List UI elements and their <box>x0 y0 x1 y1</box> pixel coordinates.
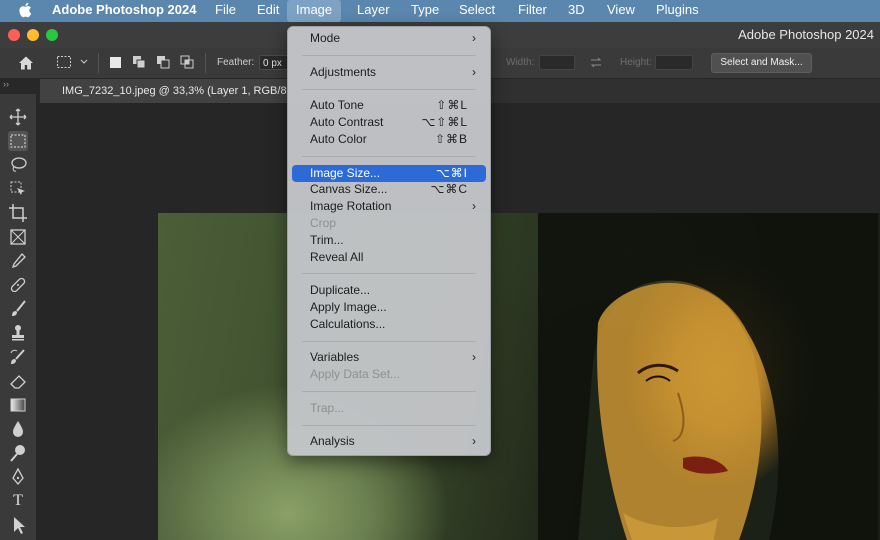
menu-item-duplicate[interactable]: Duplicate... <box>292 282 486 299</box>
menu-layer[interactable]: Layer <box>357 0 390 22</box>
pen-icon[interactable] <box>8 467 28 487</box>
menu-separator <box>302 341 476 342</box>
clone-stamp-icon[interactable] <box>8 323 28 343</box>
menu-item-reveal-all[interactable]: Reveal All <box>292 249 486 266</box>
brush-icon[interactable] <box>8 299 28 319</box>
dodge-icon[interactable] <box>8 443 28 463</box>
menu-filter[interactable]: Filter <box>518 0 547 22</box>
marquee-preset-icon[interactable] <box>56 55 72 69</box>
menu-item-auto-contrast[interactable]: Auto Contrast ⌥⇧⌘L <box>292 114 486 131</box>
menu-edit[interactable]: Edit <box>257 0 279 22</box>
menu-item-trap: Trap... <box>310 401 345 415</box>
chevron-right-icon: › <box>472 65 476 79</box>
menu-item-image-rotation[interactable]: Image Rotation › <box>292 198 486 215</box>
menu-select[interactable]: Select <box>459 0 495 22</box>
menu-image[interactable]: Image <box>287 0 342 22</box>
object-selection-icon[interactable] <box>8 179 28 199</box>
minimize-window-button[interactable] <box>27 29 39 41</box>
menu-item-mode[interactable]: Mode › <box>292 30 486 47</box>
zoom-window-button[interactable] <box>46 29 58 41</box>
chevron-down-icon[interactable] <box>80 59 88 65</box>
gradient-icon[interactable] <box>8 395 28 415</box>
select-and-mask-button[interactable]: Select and Mask... <box>711 53 812 73</box>
crop-icon[interactable] <box>8 203 28 223</box>
intersect-selection-icon[interactable] <box>180 55 195 70</box>
window-title: Adobe Photoshop 2024 <box>738 27 874 42</box>
collapse-panels-icon[interactable]: ›› <box>3 79 9 89</box>
menu-item-analysis[interactable]: Analysis › <box>292 433 486 450</box>
menu-separator <box>302 89 476 90</box>
lasso-icon[interactable] <box>8 155 28 175</box>
menu-item-apply-image[interactable]: Apply Image... <box>292 299 486 316</box>
menu-file[interactable]: File <box>215 0 236 22</box>
image-menu-dropdown: Mode › Adjustments › Auto Tone ⇧⌘L Auto Con… <box>287 26 491 456</box>
close-window-button[interactable] <box>8 29 20 41</box>
menu-item-calculations[interactable]: Calculations... <box>292 316 486 333</box>
feather-label: Feather: <box>217 57 255 68</box>
height-label: Height: <box>620 57 652 68</box>
chevron-right-icon: › <box>472 350 476 364</box>
chevron-right-icon: › <box>472 31 476 45</box>
menu-3d[interactable]: 3D <box>568 0 585 22</box>
menu-item-canvas-size[interactable]: Canvas Size... ⌥⌘C <box>292 181 486 198</box>
menu-separator <box>302 273 476 274</box>
menu-separator <box>302 425 476 426</box>
divider <box>98 53 99 73</box>
menu-item-auto-color[interactable]: Auto Color ⇧⌘B <box>292 131 486 148</box>
path-selection-icon[interactable] <box>8 515 28 535</box>
feather-input[interactable]: 0 px <box>259 55 289 70</box>
menu-item-variables[interactable]: Variables › <box>292 349 486 366</box>
eyedropper-icon[interactable] <box>8 251 28 271</box>
healing-brush-icon[interactable] <box>8 275 28 295</box>
divider <box>205 53 206 73</box>
add-to-selection-icon[interactable] <box>132 55 147 70</box>
home-icon[interactable] <box>18 55 34 71</box>
width-input[interactable] <box>539 55 575 70</box>
document-tab[interactable]: IMG_7232_10.jpeg @ 33,3% (Layer 1, RGB/8 <box>40 79 290 103</box>
menu-type[interactable]: Type <box>411 0 439 22</box>
rectangular-marquee-icon[interactable] <box>8 131 28 151</box>
menu-item-auto-tone[interactable]: Auto Tone ⇧⌘L <box>292 97 486 114</box>
history-brush-icon[interactable] <box>8 347 28 367</box>
macos-menu-bar: Adobe Photoshop 2024 File Edit Image Lay… <box>0 0 880 22</box>
apple-logo-icon[interactable] <box>18 2 32 18</box>
new-selection-icon[interactable] <box>110 57 121 68</box>
frame-icon[interactable] <box>8 227 28 247</box>
subtract-from-selection-icon[interactable] <box>156 55 171 70</box>
move-tool-icon[interactable] <box>8 107 28 127</box>
menu-item-image-size[interactable]: Image Size... ⌥⌘I <box>292 165 486 182</box>
swap-dimensions-icon[interactable] <box>589 56 603 69</box>
width-label: Width: <box>506 57 535 68</box>
menu-separator <box>302 391 476 392</box>
menu-separator <box>302 156 476 157</box>
height-input[interactable] <box>655 55 693 70</box>
app-menu[interactable]: Adobe Photoshop 2024 <box>52 0 196 22</box>
menu-item-trim[interactable]: Trim... <box>292 232 486 249</box>
tools-panel: T <box>0 94 37 540</box>
blur-icon[interactable] <box>8 419 28 439</box>
chevron-right-icon: › <box>472 434 476 448</box>
menu-item-crop: Crop <box>310 216 337 230</box>
menu-plugins[interactable]: Plugins <box>656 0 699 22</box>
chevron-right-icon: › <box>472 199 476 213</box>
menu-item-adjustments[interactable]: Adjustments › <box>292 64 486 81</box>
menu-separator <box>302 55 476 56</box>
document-image[interactable] <box>158 213 880 540</box>
eraser-icon[interactable] <box>8 371 28 391</box>
menu-view[interactable]: View <box>607 0 635 22</box>
type-icon[interactable]: T <box>8 491 28 511</box>
menu-item-apply-data-set: Apply Data Set... <box>310 367 401 381</box>
portrait-photo <box>538 213 878 540</box>
